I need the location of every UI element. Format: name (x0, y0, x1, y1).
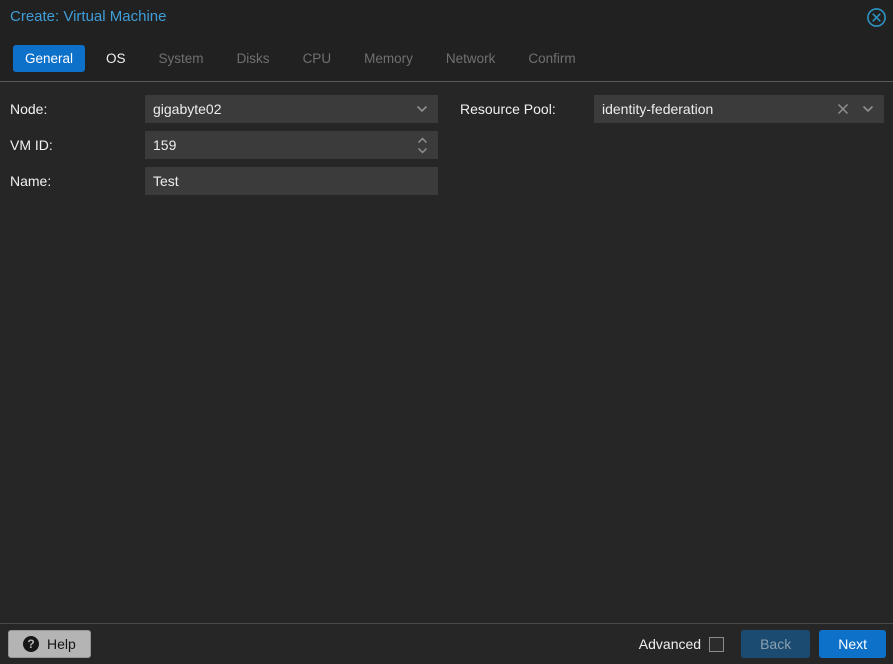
name-label: Name: (10, 173, 52, 189)
name-field[interactable] (145, 167, 438, 195)
help-button[interactable]: ? Help (8, 630, 91, 658)
dialog-body: Node: VM ID: (0, 83, 893, 622)
vmid-row: VM ID: (10, 131, 438, 159)
close-icon[interactable] (866, 7, 887, 28)
chevron-down-icon[interactable] (417, 147, 428, 154)
dialog-footer: ? Help Advanced Back Next (0, 623, 893, 664)
back-button: Back (741, 630, 811, 658)
vmid-spinner-field[interactable] (145, 131, 438, 159)
resource-pool-combobox[interactable] (594, 95, 884, 123)
node-label: Node: (10, 101, 48, 117)
chevron-up-icon[interactable] (417, 136, 428, 144)
tab-confirm: Confirm (528, 51, 576, 66)
next-button[interactable]: Next (819, 630, 886, 658)
node-combobox[interactable] (145, 95, 438, 123)
vmid-label: VM ID: (10, 137, 53, 153)
vmid-input[interactable] (145, 131, 417, 159)
chevron-down-icon[interactable] (416, 105, 428, 113)
tab-cpu: CPU (302, 51, 332, 66)
chevron-down-icon[interactable] (862, 105, 874, 113)
form-column-left: Node: VM ID: (10, 95, 438, 203)
help-button-label: Help (47, 636, 76, 652)
dialog-header: Create: Virtual Machine General OS Syste… (0, 0, 893, 82)
tab-general[interactable]: General (13, 45, 86, 72)
node-input[interactable] (145, 95, 416, 123)
resource-pool-row: Resource Pool: (460, 95, 884, 123)
tab-bar: General OS System Disks CPU Memory Netwo… (13, 45, 588, 72)
advanced-checkbox[interactable] (709, 636, 725, 652)
footer-actions: Advanced Back Next (639, 630, 886, 658)
node-row: Node: (10, 95, 438, 123)
name-input[interactable] (145, 167, 438, 195)
advanced-label: Advanced (638, 636, 702, 652)
tab-system: System (158, 51, 204, 66)
tab-network: Network (445, 51, 496, 66)
form-column-right: Resource Pool: (460, 95, 884, 131)
question-circle-icon: ? (23, 636, 39, 652)
create-vm-dialog: Create: Virtual Machine General OS Syste… (0, 0, 893, 664)
tab-os[interactable]: OS (94, 45, 138, 72)
dialog-title: Create: Virtual Machine (10, 8, 167, 25)
resource-pool-label: Resource Pool: (460, 101, 556, 117)
name-row: Name: (10, 167, 438, 195)
resource-pool-input[interactable] (594, 95, 837, 123)
clear-x-icon[interactable] (837, 103, 849, 115)
tab-memory: Memory (364, 51, 413, 66)
tab-disks: Disks (236, 51, 270, 66)
